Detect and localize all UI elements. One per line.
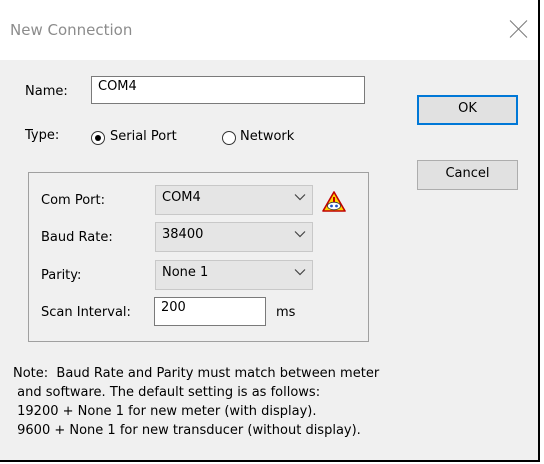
network-radio[interactable] — [222, 131, 236, 145]
parity-select[interactable]: None 1 — [155, 260, 313, 290]
title-bar: New Connection — [0, 0, 538, 60]
scan-interval-input[interactable]: 200 — [154, 297, 266, 326]
chevron-down-icon — [294, 269, 306, 276]
serial-port-radio[interactable] — [91, 131, 105, 145]
chevron-down-icon — [294, 194, 306, 201]
parity-label: Parity: — [41, 268, 82, 283]
baud-rate-label: Baud Rate: — [41, 230, 113, 245]
note-line: 9600 + None 1 for new transducer (withou… — [13, 423, 361, 438]
chevron-down-icon — [294, 231, 306, 238]
parity-value: None 1 — [162, 265, 209, 280]
com-port-value: COM4 — [162, 190, 201, 205]
com-port-select[interactable]: COM4 — [155, 185, 313, 215]
note-line: and software. The default setting is as … — [13, 385, 321, 400]
close-icon[interactable] — [509, 19, 529, 39]
scan-interval-value: 200 — [161, 300, 186, 315]
baud-rate-select[interactable]: 38400 — [155, 222, 313, 252]
type-label: Type: — [25, 128, 60, 143]
scan-interval-unit: ms — [276, 305, 296, 320]
cancel-button[interactable]: Cancel — [417, 160, 518, 190]
name-input-value: COM4 — [98, 79, 137, 94]
ok-button[interactable]: OK — [417, 95, 518, 125]
scan-interval-label: Scan Interval: — [41, 305, 131, 320]
baud-rate-value: 38400 — [162, 227, 204, 242]
window-title: New Connection — [10, 21, 133, 39]
name-label: Name: — [25, 84, 68, 99]
note-text: Note: Baud Rate and Parity must match be… — [13, 364, 379, 440]
note-line: 19200 + None 1 for new meter (with displ… — [13, 404, 317, 419]
warning-help-icon[interactable] — [322, 190, 346, 214]
name-input[interactable]: COM4 — [91, 76, 365, 104]
com-port-label: Com Port: — [41, 193, 105, 208]
note-line: Note: Baud Rate and Parity must match be… — [13, 366, 380, 381]
dialog-window: New Connection Name: COM4 Type: Serial P… — [0, 0, 540, 462]
network-label[interactable]: Network — [240, 129, 294, 144]
serial-port-label[interactable]: Serial Port — [110, 129, 177, 144]
